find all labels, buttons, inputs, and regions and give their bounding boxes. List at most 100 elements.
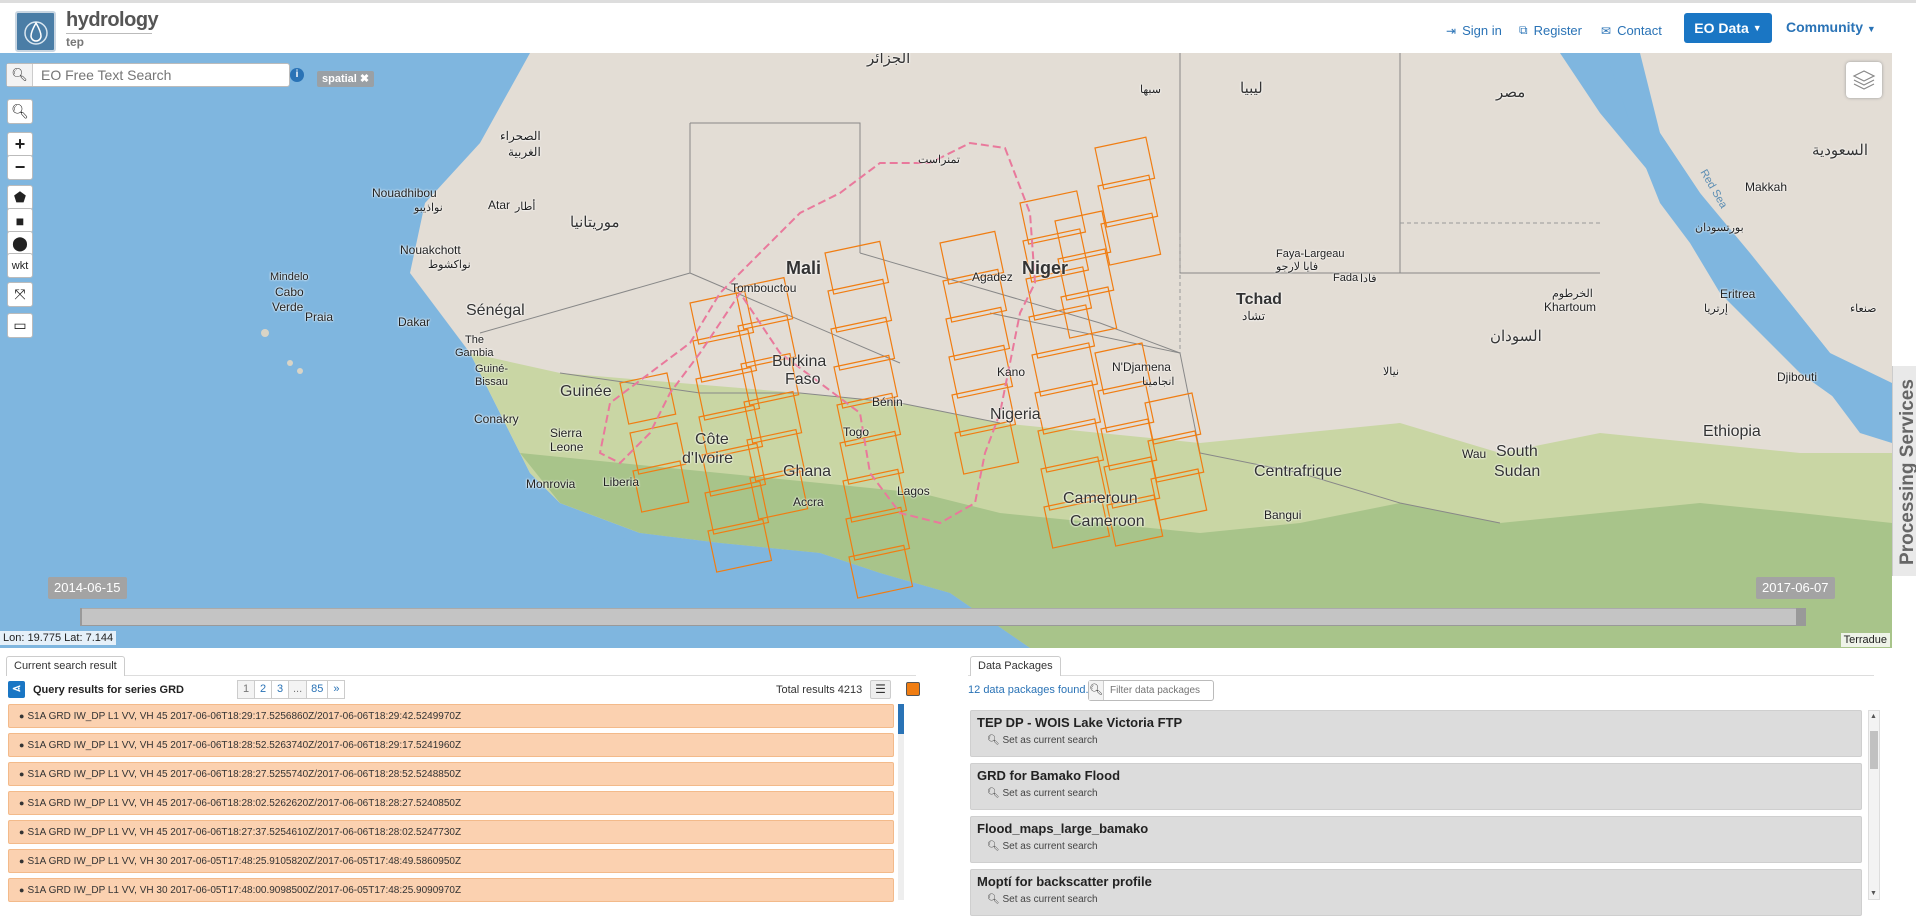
- scrollbar-thumb[interactable]: [1870, 731, 1878, 769]
- map[interactable]: الجزائر ليبيا مصر السعودية سبها الصحراء …: [0, 53, 1892, 648]
- page-next[interactable]: »: [327, 680, 346, 699]
- data-package-item[interactable]: GRD for Bamako Flood 🔍︎ Set as current se…: [970, 763, 1862, 810]
- result-row[interactable]: ● S1A GRD IW_DP L1 VV, VH 45 2017-06-06T1…: [8, 820, 894, 844]
- footprint-polygon[interactable]: [707, 518, 773, 573]
- map-label: Mali: [786, 258, 822, 278]
- search-input[interactable]: [33, 67, 289, 83]
- close-icon[interactable]: ✖: [360, 73, 369, 85]
- share-icon[interactable]: ⋖: [8, 681, 25, 698]
- map-label: مصر: [1496, 84, 1526, 101]
- footprint-polygon[interactable]: [695, 366, 761, 421]
- footprint-polygon[interactable]: [827, 278, 893, 333]
- layers-button[interactable]: [1846, 62, 1882, 98]
- contact-link[interactable]: ✉ Contact: [1601, 23, 1662, 38]
- footprint-polygon[interactable]: [632, 460, 690, 513]
- tab-divider: [6, 675, 916, 676]
- footprint-polygon[interactable]: [848, 544, 914, 599]
- search-icon: 🔍︎: [987, 788, 1003, 799]
- measure-button[interactable]: ▭: [7, 313, 33, 338]
- map-label: Monrovia: [526, 477, 576, 491]
- footprint-polygon[interactable]: [743, 390, 803, 444]
- scroll-down-icon[interactable]: ▼: [1870, 890, 1877, 897]
- footprint-polygon[interactable]: [1097, 174, 1159, 228]
- footprint-polygon[interactable]: [1028, 304, 1096, 359]
- zoom-out-button[interactable]: −: [7, 155, 33, 180]
- filter-search-button[interactable]: 🔍︎: [1089, 681, 1104, 700]
- page-1[interactable]: 1: [237, 680, 255, 699]
- sign-in-icon: ⇥: [1446, 23, 1457, 38]
- search-extent-button[interactable]: 🔍︎: [7, 99, 33, 124]
- footprint-polygon[interactable]: [1100, 212, 1162, 266]
- packages-list: TEP DP - WOIS Lake Victoria FTP 🔍︎ Set as…: [970, 710, 1862, 922]
- register-link[interactable]: ⧉ Register: [1519, 23, 1582, 38]
- draw-rectangle-button[interactable]: ■: [7, 208, 33, 233]
- packages-found-label: data packages found.: [983, 684, 1089, 696]
- eo-data-dropdown[interactable]: EO Data ▼: [1684, 13, 1772, 43]
- sign-in-link[interactable]: ⇥ Sign in: [1446, 23, 1502, 38]
- tab-data-packages[interactable]: Data Packages: [970, 656, 1061, 676]
- result-row-label: S1A GRD IW_DP L1 VV, VH 30 2017-06-05T17…: [27, 856, 462, 867]
- water-drop-icon: [24, 21, 48, 45]
- draw-polygon-button[interactable]: ⬟: [7, 185, 33, 210]
- footprint-polygon[interactable]: [824, 240, 890, 295]
- query-heading-label: Query results for series GRD: [33, 683, 185, 696]
- map-label: فايا لارجو: [1276, 261, 1319, 273]
- footprint-polygon[interactable]: [945, 306, 1011, 361]
- data-package-item[interactable]: Moptí for backscatter profile 🔍︎ Set as c…: [970, 869, 1862, 916]
- footprint-polygon[interactable]: [830, 316, 896, 371]
- page-2[interactable]: 2: [254, 680, 272, 699]
- footprint-polygon[interactable]: [704, 480, 770, 535]
- set-current-search-link[interactable]: 🔍︎ Set as current search: [987, 788, 1855, 799]
- map-label: ليبيا: [1240, 80, 1263, 97]
- processing-services-tab[interactable]: Processing Services: [1892, 366, 1916, 576]
- timeline-slider[interactable]: [82, 608, 1800, 626]
- page-3[interactable]: 3: [271, 680, 289, 699]
- package-filter-input[interactable]: [1103, 685, 1242, 696]
- brand-divider: [66, 33, 152, 34]
- results-scrollbar[interactable]: [898, 704, 904, 900]
- result-row[interactable]: ● S1A GRD IW_DP L1 VV, VH 45 2017-06-06T1…: [8, 704, 894, 728]
- timeline-end-handle[interactable]: [1796, 608, 1806, 626]
- map-label: Mindelo: [270, 271, 309, 283]
- fullscreen-button[interactable]: ⤧: [7, 282, 33, 307]
- processing-services-label: Processing Services: [1897, 379, 1916, 565]
- list-view-button[interactable]: ☰: [870, 680, 891, 699]
- logo[interactable]: [15, 11, 56, 52]
- color-swatch-button[interactable]: [906, 682, 920, 696]
- footprint-polygon[interactable]: [692, 328, 758, 383]
- scroll-up-icon[interactable]: ▲: [1870, 713, 1877, 720]
- map-label: Togo: [843, 425, 870, 439]
- data-package-item[interactable]: Flood_maps_large_bamako 🔍︎ Set as current…: [970, 816, 1862, 863]
- footprint-polygon[interactable]: [1037, 418, 1105, 473]
- spatial-filter-tag[interactable]: spatial ✖: [317, 71, 375, 87]
- result-row[interactable]: ● S1A GRD IW_DP L1 VV, VH 30 2017-06-05T1…: [8, 849, 894, 873]
- set-current-search-link[interactable]: 🔍︎ Set as current search: [987, 735, 1855, 746]
- footprint-polygon[interactable]: [1094, 136, 1156, 190]
- wkt-button[interactable]: wkt: [7, 253, 33, 278]
- tab-current-search-result[interactable]: Current search result: [6, 656, 125, 676]
- result-row[interactable]: ● S1A GRD IW_DP L1 VV, VH 30 2017-06-05T1…: [8, 878, 894, 902]
- community-dropdown[interactable]: Community ▼: [1786, 19, 1876, 35]
- footprint-polygon[interactable]: [629, 422, 687, 475]
- scrollbar-thumb[interactable]: [898, 704, 904, 734]
- map-label: صنعاء: [1850, 303, 1877, 315]
- search-button[interactable]: 🔍︎: [7, 64, 33, 86]
- info-icon[interactable]: i: [290, 68, 304, 82]
- footprint-polygon[interactable]: [1034, 380, 1102, 435]
- footprint-polygon[interactable]: [845, 506, 911, 561]
- footprint-polygon[interactable]: [1031, 342, 1099, 397]
- page-85[interactable]: 85: [306, 680, 329, 699]
- zoom-in-button[interactable]: +: [7, 132, 33, 157]
- sign-in-label: Sign in: [1462, 23, 1502, 38]
- result-row[interactable]: ● S1A GRD IW_DP L1 VV, VH 45 2017-06-06T1…: [8, 791, 894, 815]
- map-label: نواذيبو: [414, 202, 443, 214]
- tab-divider: [968, 675, 1874, 676]
- result-row[interactable]: ● S1A GRD IW_DP L1 VV, VH 45 2017-06-06T1…: [8, 733, 894, 757]
- footprint-polygon[interactable]: [619, 372, 677, 425]
- map-attribution: Terradue: [1840, 633, 1890, 647]
- set-current-search-link[interactable]: 🔍︎ Set as current search: [987, 841, 1855, 852]
- data-package-item[interactable]: TEP DP - WOIS Lake Victoria FTP 🔍︎ Set as…: [970, 710, 1862, 757]
- packages-scrollbar[interactable]: ▲ ▼: [1868, 710, 1880, 900]
- map-label: Wau: [1462, 447, 1487, 461]
- result-row[interactable]: ● S1A GRD IW_DP L1 VV, VH 45 2017-06-06T1…: [8, 762, 894, 786]
